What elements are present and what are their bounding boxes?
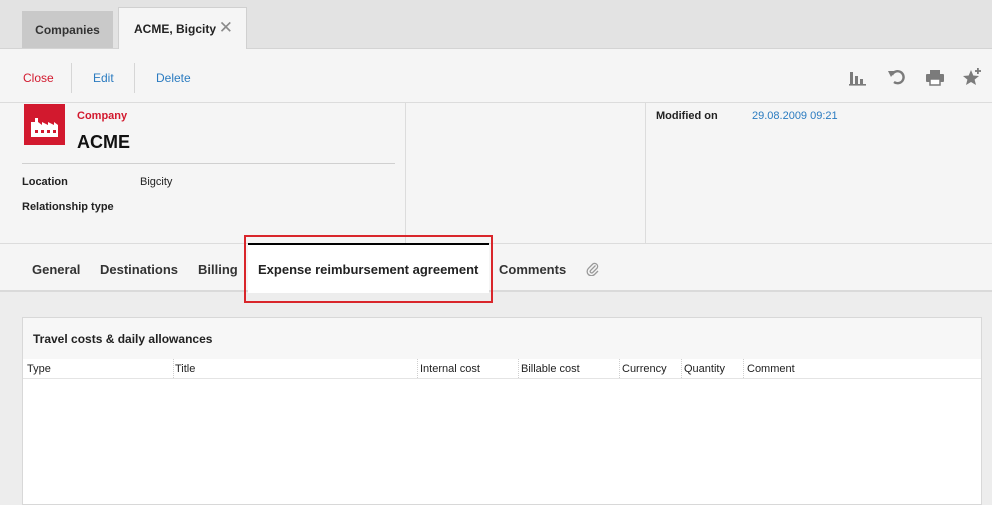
tab-expense-reimbursement-agreement[interactable]: Expense reimbursement agreement [248, 243, 489, 293]
field-label-relationship-type: Relationship type [22, 201, 114, 213]
attachment-icon[interactable] [586, 262, 600, 276]
star-add-icon[interactable] [962, 67, 982, 87]
header-rule [22, 163, 395, 164]
delete-button[interactable]: Delete [156, 71, 191, 85]
header-divider [405, 103, 406, 243]
panel-header: Travel costs & daily allowances [23, 318, 981, 360]
field-value-location: Bigcity [140, 176, 173, 188]
field-value-modified-on: 29.08.2009 09:21 [752, 110, 838, 122]
print-icon[interactable] [925, 67, 945, 87]
undo-icon[interactable] [887, 67, 907, 87]
field-label-location: Location [22, 176, 68, 188]
column-header-title[interactable]: Title [175, 363, 195, 375]
column-divider[interactable] [518, 359, 520, 378]
column-divider[interactable] [681, 359, 683, 378]
panel-title: Travel costs & daily allowances [33, 332, 213, 346]
tab-strip: Companies ACME, Bigcity ✕ [0, 0, 992, 49]
column-divider[interactable] [619, 359, 621, 378]
column-header-internal-cost[interactable]: Internal cost [420, 363, 480, 375]
column-divider[interactable] [743, 359, 745, 378]
column-header-currency[interactable]: Currency [622, 363, 667, 375]
tab-comments[interactable]: Comments [499, 262, 566, 277]
field-label-modified-on: Modified on [656, 110, 718, 122]
column-header-type[interactable]: Type [27, 363, 51, 375]
travel-costs-panel: Travel costs & daily allowances Type Tit… [22, 317, 982, 505]
tab-destinations[interactable]: Destinations [100, 262, 178, 277]
toolbar: Close Edit Delete [0, 49, 992, 103]
record-title: ACME [77, 132, 130, 152]
tab-companies[interactable]: Companies [22, 11, 113, 48]
tab-label: ACME, Bigcity [134, 21, 217, 36]
column-header-comment[interactable]: Comment [747, 363, 795, 375]
close-icon[interactable]: ✕ [219, 19, 233, 36]
close-button[interactable]: Close [23, 71, 54, 85]
column-divider[interactable] [417, 359, 419, 378]
tab-billing[interactable]: Billing [198, 262, 238, 277]
toolbar-divider [134, 63, 135, 93]
tab-acme-bigcity[interactable]: ACME, Bigcity ✕ [118, 7, 247, 49]
column-header-quantity[interactable]: Quantity [684, 363, 725, 375]
company-factory-icon [24, 104, 65, 145]
column-header-billable-cost[interactable]: Billable cost [521, 363, 580, 375]
edit-button[interactable]: Edit [93, 71, 114, 85]
header-divider [645, 103, 646, 243]
chart-icon[interactable] [848, 67, 868, 87]
section-tab-bar: General Destinations Billing Comments [0, 243, 992, 292]
tab-general[interactable]: General [32, 262, 80, 277]
record-header [0, 103, 992, 243]
tab-label: Companies [35, 22, 100, 37]
toolbar-divider [71, 63, 72, 93]
record-type-label: Company [77, 110, 128, 122]
tab-label: Expense reimbursement agreement [258, 262, 479, 277]
table-header: Type Title Internal cost Billable cost C… [23, 359, 981, 379]
